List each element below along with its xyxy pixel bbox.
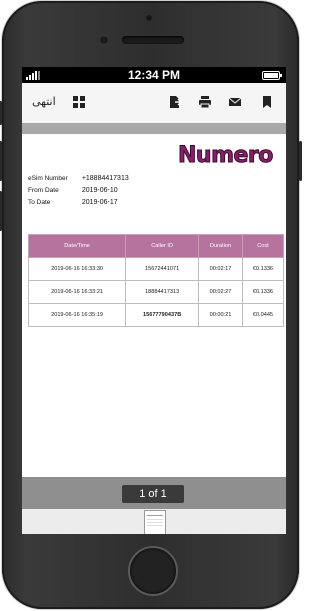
info-row-to-date: To Date 2019-06-17 [28, 199, 118, 206]
cell-cost: €0.1336 [241, 257, 285, 281]
info-row-esim: eSim Number +18884417313 [28, 175, 129, 182]
info-label: eSim Number [28, 175, 68, 182]
earpiece-speaker [122, 36, 184, 44]
volume-down-button [0, 191, 2, 231]
pdf-page: Numero eSim Number +18884417313 From Dat… [22, 134, 286, 477]
calls-table: Date/Time Caller ID Duration Cost 2019-0… [27, 234, 285, 327]
cell-datetime: 2019-06-16 16:35:19 [27, 303, 127, 327]
table-row: 2019-06-16 16:33:21 18884417313 00:02:27… [27, 280, 285, 304]
front-camera [99, 35, 109, 45]
info-value: 2019-06-17 [81, 199, 118, 206]
export-icon[interactable] [168, 95, 182, 109]
cell-duration: 00:02:27 [198, 280, 243, 304]
done-button[interactable]: انتهى [32, 95, 56, 108]
battery-icon [262, 71, 282, 80]
table-row: 2019-06-16 16:33:30 15672441071 00:02:17… [27, 257, 285, 281]
cell-duration: 00:02:17 [198, 257, 243, 281]
table-header-row: Date/Time Caller ID Duration Cost [27, 234, 285, 258]
page-thumbnail[interactable] [144, 510, 166, 534]
numero-logo: Numero [178, 143, 274, 169]
mail-icon[interactable] [228, 95, 242, 109]
cell-datetime: 2019-06-16 16:33:30 [27, 257, 127, 281]
mute-switch [0, 101, 2, 125]
cell-caller-id: 18884417313 [125, 280, 200, 304]
grid-icon[interactable] [72, 95, 86, 109]
volume-up-button [0, 141, 2, 181]
column-header-caller-id: Caller ID [125, 234, 200, 258]
cell-cost: €0.0445 [241, 303, 285, 327]
info-label: From Date [28, 187, 59, 194]
info-label: To Date [28, 199, 51, 206]
info-value: +18884417313 [81, 175, 129, 182]
status-time: 12:34 PM [127, 68, 181, 82]
status-bar: 12:34 PM [22, 67, 286, 83]
cell-datetime: 2019-06-16 16:33:21 [27, 280, 127, 304]
rear-camera [145, 14, 153, 22]
cell-cost: €0.1336 [241, 280, 285, 304]
screen: 12:34 PM انتهى Numero eSim Number +18884… [22, 67, 286, 534]
column-header-datetime: Date/Time [27, 234, 127, 258]
cell-caller-id: 15672441071 [125, 257, 200, 281]
column-header-cost: Cost [241, 234, 285, 258]
page-indicator: 1 of 1 [122, 485, 184, 503]
bookmark-icon[interactable] [260, 95, 274, 109]
page-footer-bar: 1 of 1 [22, 477, 286, 509]
table-row: 2019-06-16 16:35:19 15677790437B 00:00:2… [27, 303, 285, 327]
thumbnail-strip [22, 509, 286, 534]
info-value: 2019-06-10 [81, 187, 118, 194]
home-button[interactable] [128, 546, 178, 596]
cell-duration: 00:00:21 [198, 303, 243, 327]
phone-frame: 12:34 PM انتهى Numero eSim Number +18884… [0, 1, 302, 609]
document-top-bar [22, 123, 286, 134]
info-row-from-date: From Date 2019-06-10 [28, 187, 118, 194]
power-button [299, 141, 302, 181]
column-header-duration: Duration [198, 234, 243, 258]
toolbar: انتهى [22, 83, 286, 124]
print-icon[interactable] [198, 95, 212, 109]
cell-caller-id: 15677790437B [125, 303, 200, 327]
